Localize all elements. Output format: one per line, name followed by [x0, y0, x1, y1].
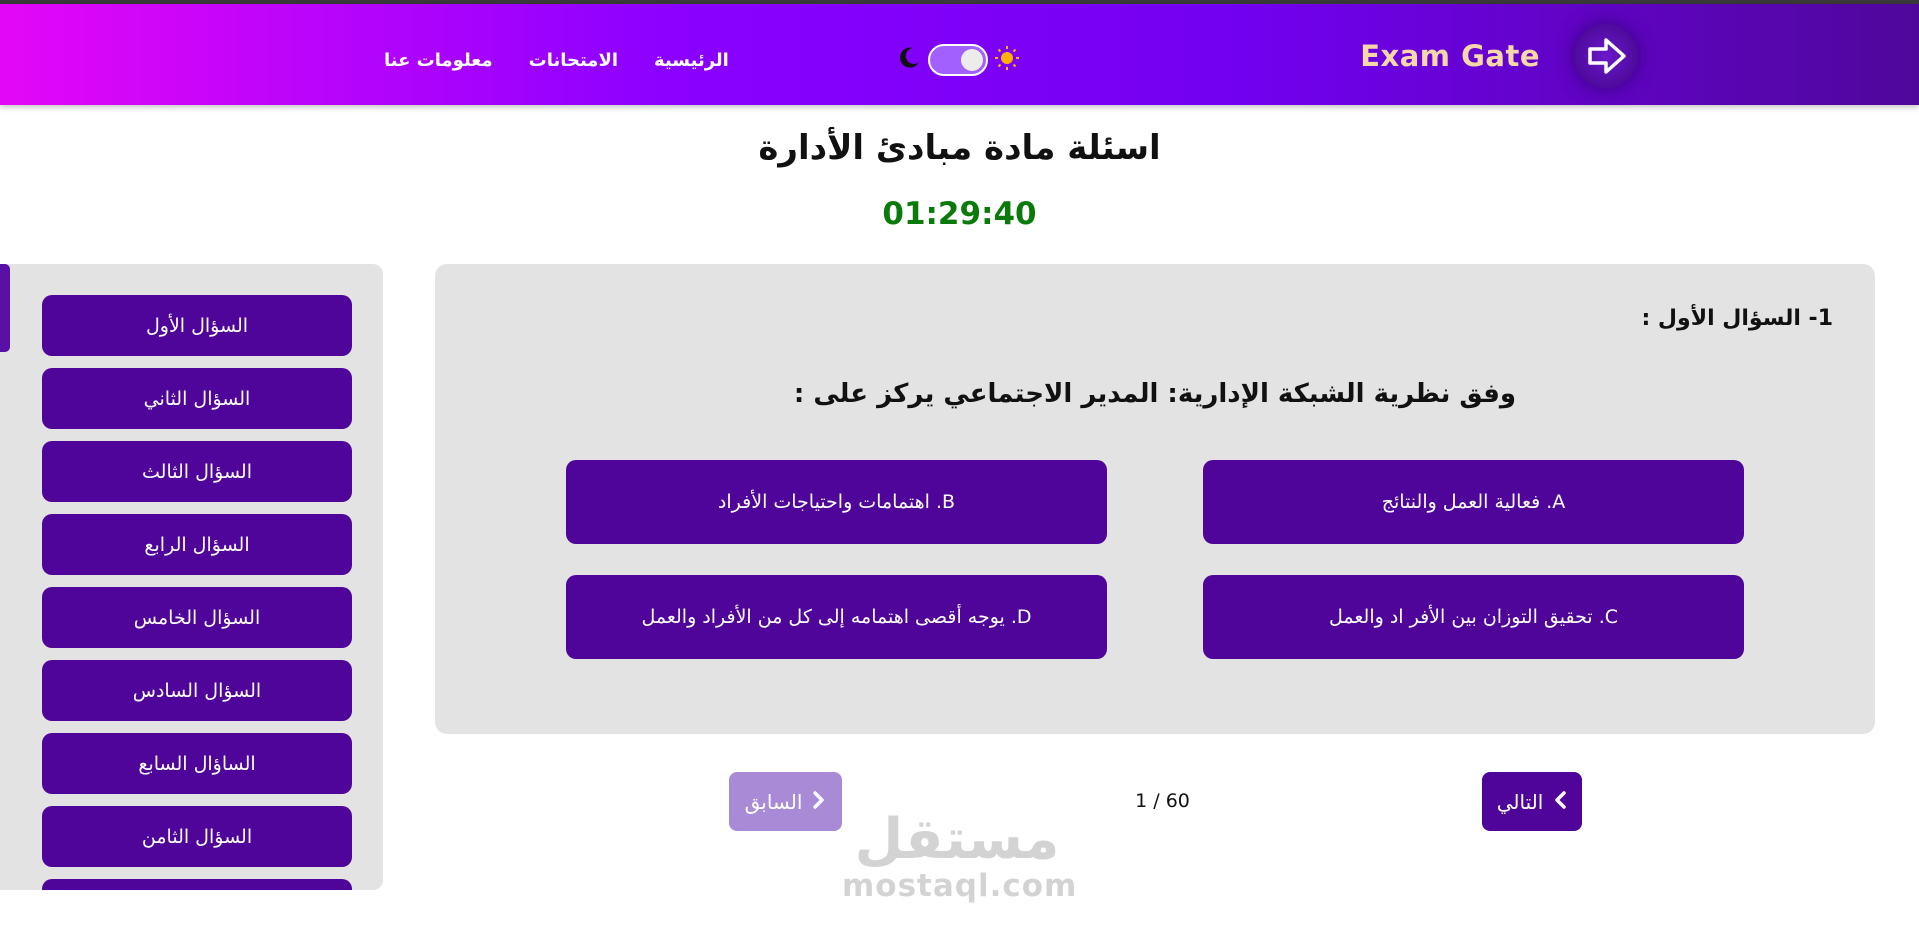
theme-switch[interactable] [928, 44, 988, 76]
chevron-left-icon [1553, 790, 1567, 814]
previous-button[interactable]: السابق [729, 772, 842, 831]
page-counter: 1 / 60 [1135, 790, 1190, 812]
moon-icon [896, 45, 922, 75]
theme-toggle[interactable] [896, 44, 1020, 76]
switch-knob [961, 49, 983, 71]
watermark: مستقل mostaql.com [842, 807, 1078, 905]
navbar: Exam Gate الرئيسية الامتحانات معلومات عن… [0, 4, 1919, 105]
question-nav-item[interactable]: السؤال الثالث [42, 441, 352, 502]
sidebar-scrollbar[interactable] [0, 264, 10, 352]
answer-option-d[interactable]: D. يوجه أقصى اهتمامه إلى كل من الأفراد و… [566, 575, 1107, 659]
question-nav-item[interactable]: السؤال الثامن [42, 806, 352, 867]
watermark-arabic: مستقل [854, 807, 1060, 872]
nav-exams-link[interactable]: الامتحانات [529, 50, 618, 71]
arrow-right-icon [1574, 24, 1638, 88]
question-card: 1- السؤال الأول : وفق نظرية الشبكة الإدا… [435, 264, 1875, 734]
question-number: 1- السؤال الأول : [1641, 306, 1833, 331]
question-nav-item[interactable]: السؤال الثاني [42, 368, 352, 429]
next-button[interactable]: التالي [1482, 772, 1582, 831]
exam-timer: 01:29:40 [882, 196, 1037, 232]
page-title: اسئلة مادة مبادئ الأدارة [758, 128, 1161, 168]
chevron-right-icon [812, 790, 826, 814]
answer-option-a[interactable]: A. فعالية العمل والنتائج [1203, 460, 1744, 544]
question-nav-item-partial[interactable] [42, 879, 352, 890]
question-nav-item[interactable]: السؤال السادس [42, 660, 352, 721]
main-nav: الرئيسية الامتحانات معلومات عنا [384, 50, 729, 71]
logo-text: Exam Gate [1360, 39, 1540, 73]
question-navigator[interactable]: السؤال الأول السؤال الثاني السؤال الثالث… [0, 264, 383, 890]
watermark-english: mostaql.com [842, 868, 1078, 904]
nav-home-link[interactable]: الرئيسية [654, 50, 729, 71]
next-label: التالي [1496, 789, 1544, 814]
answer-option-c[interactable]: C. تحقيق التوزان بين الأفر اد والعمل [1203, 575, 1744, 659]
nav-about-link[interactable]: معلومات عنا [384, 50, 493, 71]
question-nav-item[interactable]: السؤال الخامس [42, 587, 352, 648]
sun-icon [994, 45, 1020, 75]
answer-option-b[interactable]: B. اهتمامات واحتياجات الأفراد [566, 460, 1107, 544]
prev-label: السابق [744, 789, 803, 814]
question-nav-item[interactable]: السؤال الرابع [42, 514, 352, 575]
logo[interactable]: Exam Gate [1360, 24, 1638, 88]
question-nav-item[interactable]: الساؤال السابع [42, 733, 352, 794]
question-nav-item[interactable]: السؤال الأول [42, 295, 352, 356]
question-text: وفق نظرية الشبكة الإدارية: المدير الاجتم… [793, 379, 1517, 409]
